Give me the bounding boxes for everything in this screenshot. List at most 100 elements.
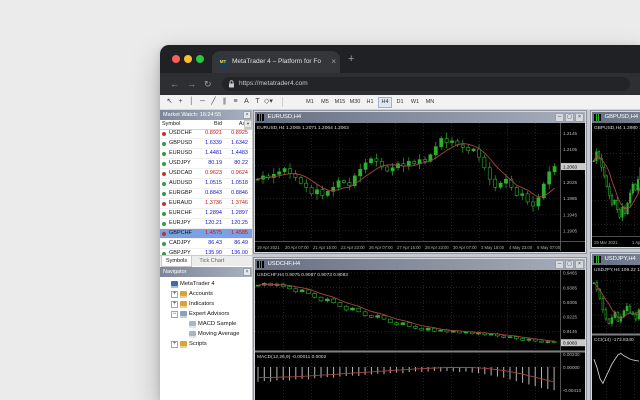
collapse-icon[interactable]: − (171, 311, 178, 318)
chart-window-titlebar[interactable]: EURUSD,H4 ─▢× (255, 112, 585, 123)
timeframe-h1-button[interactable]: H1 (363, 97, 377, 108)
arrow-tool[interactable]: T (252, 96, 263, 108)
fibonacci-tool[interactable]: ≡ (230, 96, 241, 108)
expand-icon[interactable]: + (171, 341, 178, 348)
restore-chart-button[interactable]: ▢ (565, 260, 574, 269)
tree-item-label: Moving Average (198, 329, 239, 339)
timeframe-w1-button[interactable]: W1 (408, 97, 422, 108)
chart-window-gbpusd: GBPUSD,H4 1.40501.39501.38501.37501.3650… (590, 110, 640, 249)
timeframe-m15-button[interactable]: M15 (333, 97, 347, 108)
expand-icon[interactable]: + (171, 301, 178, 308)
horizontal-line-tool[interactable]: ─ (197, 96, 208, 108)
url-text: https://metatrader4.com (239, 77, 308, 91)
new-tab-button[interactable]: + (348, 52, 354, 66)
maximize-window-button[interactable] (196, 55, 204, 63)
bid-value: 1.3736 (196, 199, 222, 208)
back-icon[interactable]: ← (170, 73, 179, 95)
market-watch-row[interactable]: USDCHF0.89210.8925 (160, 129, 252, 139)
market-watch-row[interactable]: EURUSD1.44811.4483 (160, 149, 252, 159)
symbol-name: GBPCHF (169, 229, 192, 238)
column-header-bid[interactable]: Bid (200, 120, 222, 129)
trendline-tool[interactable]: ╱ (208, 96, 219, 108)
restore-chart-button[interactable]: ▢ (565, 113, 574, 122)
tick-direction-icon (162, 182, 166, 186)
column-header-symbol[interactable]: Symbol (162, 120, 184, 129)
svg-text:0.00000: 0.00000 (563, 365, 580, 370)
symbol-name: CADJPY (169, 239, 191, 248)
timeframe-h4-button[interactable]: H4 (378, 97, 392, 108)
close-chart-button[interactable]: × (575, 113, 584, 122)
expand-icon[interactable]: + (171, 291, 178, 298)
tick-direction-icon (162, 202, 166, 206)
timeframe-m5-button[interactable]: M5 (318, 97, 332, 108)
market-watch-close-icon[interactable]: × (243, 111, 251, 119)
close-window-button[interactable] (172, 55, 180, 63)
timeframe-d1-button[interactable]: D1 (393, 97, 407, 108)
market-watch-row[interactable]: GBPCHF1.45751.4585 (160, 229, 252, 239)
browser-window: MT MetaTrader 4 – Platform for Fo × + ← … (160, 45, 640, 400)
symbol-name: EURJPY (169, 219, 191, 228)
bid-value: 86.43 (196, 239, 222, 248)
tree-item-indicators[interactable]: +Indicators (160, 299, 252, 309)
timeframe-m1-button[interactable]: M1 (303, 97, 317, 108)
market-watch-row[interactable]: USDCAD0.96230.9624 (160, 169, 252, 179)
chart-window-titlebar[interactable]: USDCHF,H4 ─▢× (255, 259, 585, 270)
bid-value: 1.6339 (196, 139, 222, 148)
market-watch-row[interactable]: GBPUSD1.63391.6342 (160, 139, 252, 149)
market-watch-rows: USDCHF0.89210.8925GBPUSD1.63391.6342EURU… (160, 129, 252, 269)
scroll-down-button[interactable]: ▼ (244, 120, 252, 128)
svg-text:28 Apr 23:00: 28 Apr 23:00 (425, 245, 449, 250)
chart-area-usdchf[interactable]: 0.94650.93850.93050.92250.91450.90830.00… (255, 270, 585, 400)
tree-item-expert-advisors[interactable]: −Expert Advisors (160, 309, 252, 319)
chart-area-usdjpy[interactable]: 110.50110.00109.50109.00108.50CCI(14) -1… (592, 265, 640, 400)
panel-tab-tick-chart[interactable]: Tick Chart (195, 256, 228, 266)
url-input[interactable]: https://metatrader4.com (222, 77, 630, 91)
vertical-line-tool[interactable]: │ (186, 96, 197, 108)
text-tool[interactable]: A (241, 96, 252, 108)
tree-item-macd-sample[interactable]: MACD Sample (160, 319, 252, 329)
market-watch-row[interactable]: USDJPY80.1980.22 (160, 159, 252, 169)
close-tab-icon[interactable]: × (331, 51, 336, 73)
svg-text:0.00230: 0.00230 (563, 352, 580, 357)
minimize-window-button[interactable] (184, 55, 192, 63)
close-chart-button[interactable]: × (575, 260, 584, 269)
navigator-close-icon[interactable]: × (243, 268, 251, 276)
navigator-header[interactable]: Navigator × (160, 267, 252, 277)
tree-item-metatrader-4[interactable]: MetaTrader 4 (160, 279, 252, 289)
timeframe-mn-button[interactable]: MN (423, 97, 437, 108)
minimize-chart-button[interactable]: ─ (555, 113, 564, 122)
expert-icon (189, 331, 196, 338)
panel-tab-symbols[interactable]: Symbols (161, 256, 192, 267)
lock-icon (228, 80, 235, 88)
chart-window-titlebar[interactable]: GBPUSD,H4 (592, 112, 640, 123)
reload-icon[interactable]: ↻ (204, 73, 212, 95)
chart-area-gbpusd[interactable]: 1.40501.39501.38501.37501.365029 Mar 202… (592, 123, 640, 247)
svg-text:0.9225: 0.9225 (563, 315, 577, 320)
market-watch-row[interactable]: AUDUSD1.05151.0518 (160, 179, 252, 189)
shapes-tool[interactable]: ◇▾ (263, 96, 274, 108)
svg-text:GBPUSD,H4 1.3980 1.3: GBPUSD,H4 1.3980 1.3 (594, 125, 640, 131)
tree-item-accounts[interactable]: +Accounts (160, 289, 252, 299)
tree-item-moving-average[interactable]: Moving Average (160, 329, 252, 339)
cursor-tool[interactable]: ↖ (164, 96, 175, 108)
channel-tool[interactable]: ∥ (219, 96, 230, 108)
chart-area-eurusd[interactable]: 1.21451.21051.20651.20251.19851.19451.19… (255, 123, 585, 252)
minimize-chart-button[interactable]: ─ (555, 260, 564, 269)
svg-text:0.9145: 0.9145 (563, 329, 577, 334)
crosshair-tool[interactable]: + (175, 96, 186, 108)
tree-item-scripts[interactable]: +Scripts (160, 339, 252, 349)
market-watch-row[interactable]: CADJPY86.4386.49 (160, 239, 252, 249)
screenshot-stage: { "colors": { "candle_green": "#2fae2f",… (0, 0, 640, 400)
browser-tab[interactable]: MT MetaTrader 4 – Platform for Fo × (212, 51, 340, 73)
timeframe-m30-button[interactable]: M30 (348, 97, 362, 108)
svg-text:20 Apr 07:00: 20 Apr 07:00 (285, 245, 309, 250)
forward-icon[interactable]: → (187, 73, 196, 95)
tick-direction-icon (162, 162, 166, 166)
market-watch-row[interactable]: EURJPY120.21120.25 (160, 219, 252, 229)
market-watch-row[interactable]: EURGBP0.88430.8846 (160, 189, 252, 199)
market-watch-row[interactable]: EURCHF1.28941.2897 (160, 209, 252, 219)
chart-window-titlebar[interactable]: USDJPY,H4 (592, 254, 640, 265)
market-watch-row[interactable]: EURAUD1.37361.3746 (160, 199, 252, 209)
market-watch-header[interactable]: Market Watch: 16:24:55 × (160, 110, 252, 120)
chart-icon (594, 256, 601, 263)
